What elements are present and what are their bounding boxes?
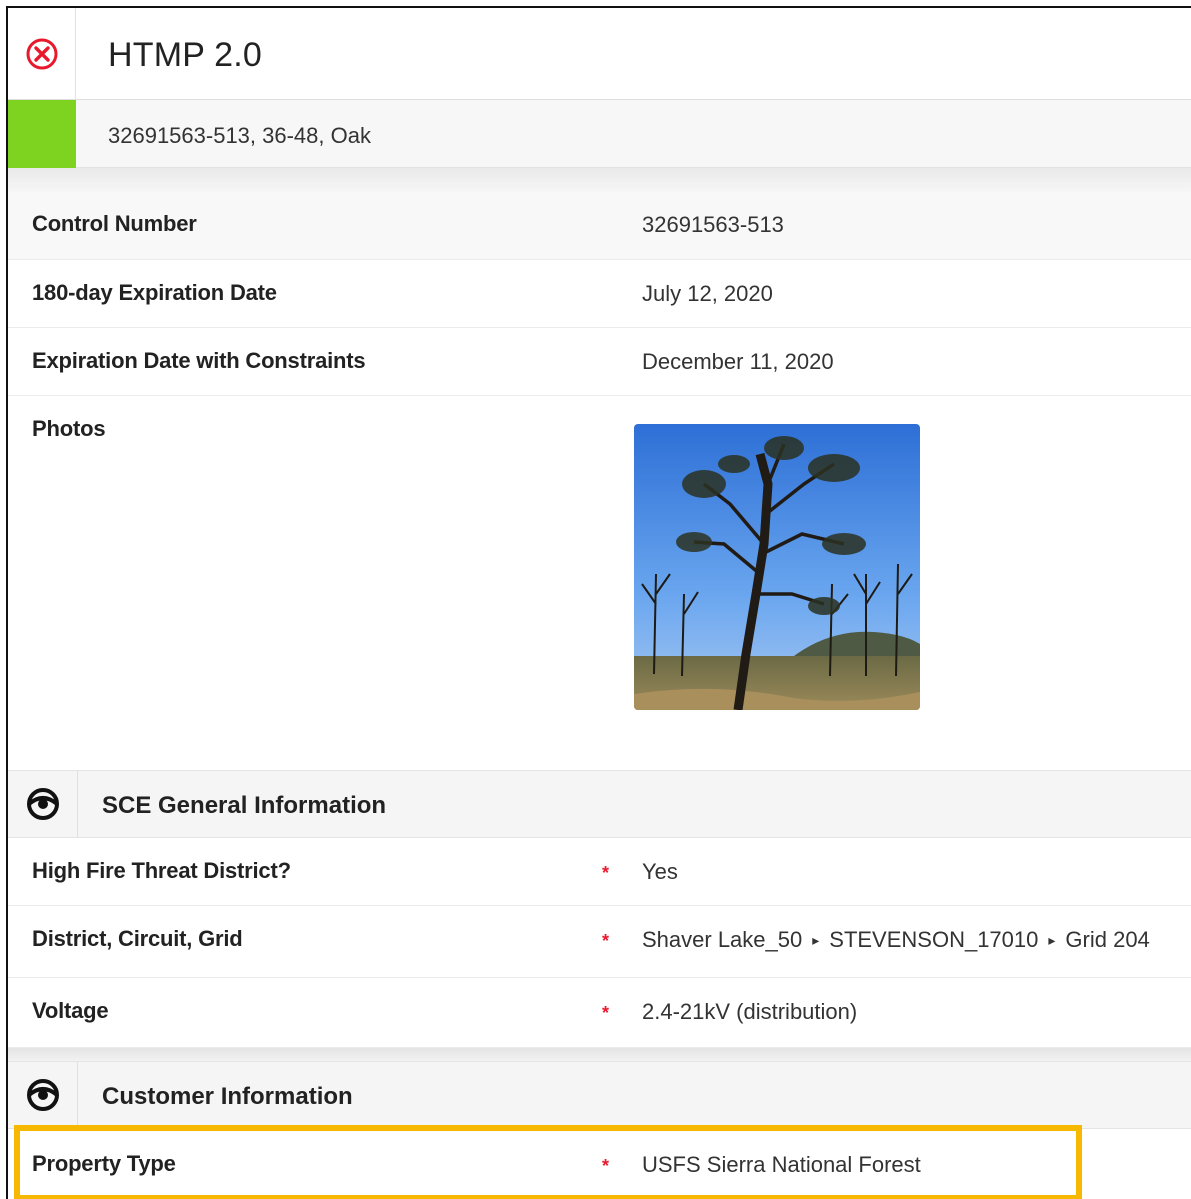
- section-toggle-button[interactable]: [8, 1062, 78, 1128]
- district-value: Shaver Lake_50: [642, 927, 803, 952]
- required-marker: *: [602, 931, 610, 951]
- eye-icon: [26, 1079, 59, 1111]
- field-value: USFS Sierra National Forest: [642, 1152, 921, 1177]
- status-indicator: [8, 100, 76, 168]
- eye-icon: [26, 788, 59, 820]
- section-title: Customer Information: [102, 1083, 353, 1110]
- field-row-property-type: Property Type * USFS Sierra National For…: [8, 1129, 1191, 1199]
- app-title: HTMP 2.0: [108, 36, 263, 74]
- field-label: Voltage: [32, 998, 109, 1023]
- circuit-value: STEVENSON_17010: [829, 927, 1039, 952]
- field-label: High Fire Threat District?: [32, 858, 291, 883]
- field-row-control-number: Control Number 32691563-513: [8, 192, 1191, 260]
- field-row-district-circuit-grid: District, Circuit, Grid * Shaver Lake_50…: [8, 906, 1191, 978]
- required-marker: *: [602, 863, 610, 883]
- record-subheader: 32691563-513, 36-48, Oak: [8, 100, 1191, 168]
- field-label: District, Circuit, Grid: [32, 926, 243, 951]
- panel-header: HTMP 2.0: [8, 8, 1191, 100]
- field-label: Photos: [32, 416, 106, 441]
- record-title: 32691563-513, 36-48, Oak: [108, 123, 371, 148]
- field-row-high-fire-threat: High Fire Threat District? * Yes: [8, 838, 1191, 906]
- path-separator: ▸: [1048, 932, 1056, 948]
- required-marker: *: [602, 1003, 610, 1023]
- record-detail-panel: HTMP 2.0 32691563-513, 36-48, Oak Contro…: [6, 6, 1191, 1199]
- path-separator: ▸: [812, 932, 820, 948]
- field-value: July 12, 2020: [642, 281, 773, 306]
- field-row-180-day-expiration: 180-day Expiration Date July 12, 2020: [8, 260, 1191, 328]
- close-button[interactable]: [8, 8, 76, 100]
- section-toggle-button[interactable]: [8, 771, 78, 837]
- field-row-photos: Photos: [8, 396, 1191, 770]
- field-row-expiration-constraints: Expiration Date with Constraints Decembe…: [8, 328, 1191, 396]
- field-value: Yes: [642, 859, 678, 884]
- field-label: Expiration Date with Constraints: [32, 348, 366, 373]
- section-header-customer-information: Customer Information: [8, 1061, 1191, 1129]
- district-path: Shaver Lake_50 ▸ STEVENSON_17010 ▸ Grid 204: [642, 927, 1150, 953]
- field-label: Control Number: [32, 211, 197, 236]
- section-header-sce-general: SCE General Information: [8, 770, 1191, 838]
- divider: [8, 168, 1191, 192]
- field-value: December 11, 2020: [642, 349, 834, 374]
- required-marker: *: [602, 1156, 610, 1176]
- section-title: SCE General Information: [102, 792, 387, 819]
- divider: [8, 1048, 1191, 1062]
- field-value: 32691563-513: [642, 212, 784, 237]
- field-label: 180-day Expiration Date: [32, 280, 277, 305]
- field-row-voltage: Voltage * 2.4-21kV (distribution): [8, 978, 1191, 1048]
- photo-thumbnail[interactable]: [634, 424, 920, 710]
- grid-value: Grid 204: [1065, 927, 1150, 952]
- field-value: 2.4-21kV (distribution): [642, 999, 858, 1024]
- close-circle-icon: [26, 38, 57, 70]
- tree-photo-image: [634, 424, 920, 710]
- field-label: Property Type: [32, 1151, 176, 1176]
